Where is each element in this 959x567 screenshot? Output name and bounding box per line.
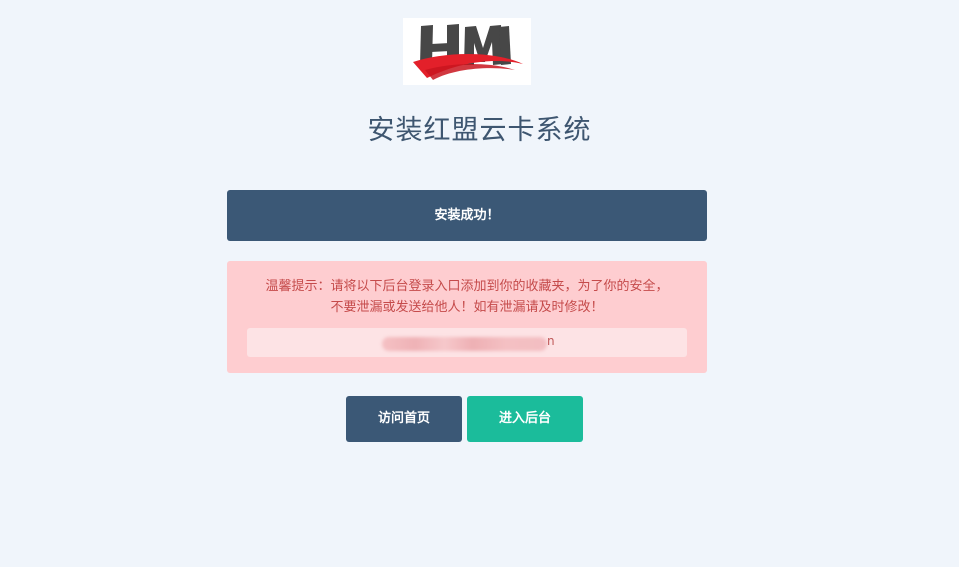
success-message: 安装成功！: [227, 190, 707, 241]
warning-line-1: 温馨提示：请将以下后台登录入口添加到你的收藏夹，为了你的安全，: [265, 279, 669, 294]
warning-notice: 温馨提示：请将以下后台登录入口添加到你的收藏夹，为了你的安全， 不要泄漏或发送给…: [227, 261, 707, 373]
visit-home-button[interactable]: 访问首页: [346, 396, 462, 442]
warning-line-2: 不要泄漏或发送给他人！如有泄漏请及时修改！: [330, 300, 604, 315]
logo-mark-icon: [413, 24, 523, 80]
warning-text: 温馨提示：请将以下后台登录入口添加到你的收藏夹，为了你的安全， 不要泄漏或发送给…: [227, 276, 707, 318]
logo: [403, 18, 531, 85]
blurred-admin-url: [382, 337, 547, 351]
enter-admin-button[interactable]: 进入后台: [467, 396, 583, 442]
page-title: 安装红盟云卡系统: [367, 115, 592, 146]
admin-url-box[interactable]: n: [247, 328, 687, 357]
admin-url-suffix: n: [547, 334, 555, 348]
